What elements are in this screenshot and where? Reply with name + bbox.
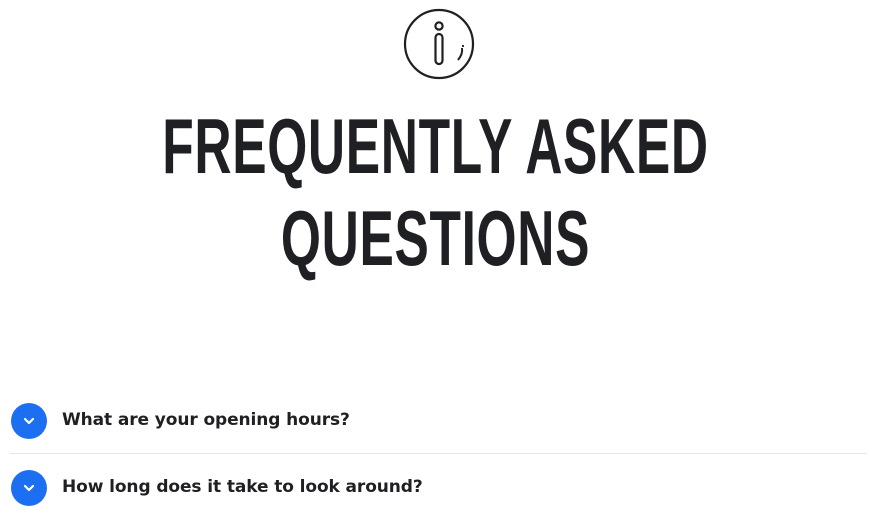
faq-item-visit-duration[interactable]: How long does it take to look around? — [10, 454, 867, 521]
faq-toggle-button[interactable] — [11, 403, 47, 439]
info-icon — [403, 8, 475, 80]
page-title-line-2: Questions — [280, 194, 591, 282]
faq-item-opening-hours[interactable]: What are your opening hours? — [10, 386, 867, 454]
chevron-down-icon — [23, 417, 35, 425]
chevron-down-icon — [23, 484, 35, 492]
page-title-line-1: Frequently Asked — [162, 102, 709, 190]
faq-question[interactable]: How long does it take to look around? — [62, 476, 423, 498]
faq-question[interactable]: What are your opening hours? — [62, 409, 350, 431]
page-title: Frequently Asked Questions — [148, 100, 723, 284]
faq-toggle-button[interactable] — [11, 470, 47, 506]
faq-list: What are your opening hours? How long do… — [10, 386, 867, 521]
